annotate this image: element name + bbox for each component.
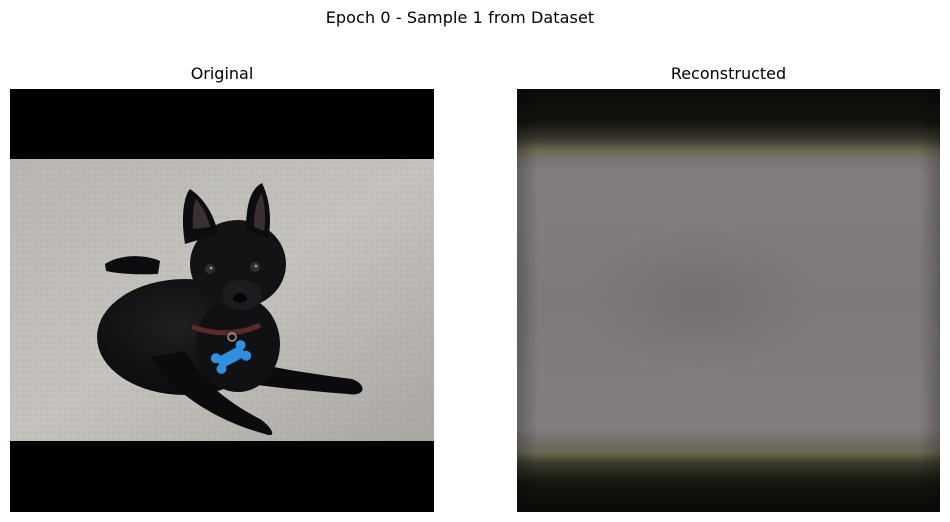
- original-image-canvas: [10, 89, 434, 512]
- original-image: [10, 89, 434, 512]
- reconstructed-panel-title: Reconstructed: [670, 64, 787, 83]
- original-panel-title: Original: [190, 64, 254, 83]
- reconstructed-image: [517, 89, 940, 512]
- reconstructed-image-canvas: [517, 89, 940, 512]
- figure-title: Epoch 0 - Sample 1 from Dataset: [325, 8, 595, 27]
